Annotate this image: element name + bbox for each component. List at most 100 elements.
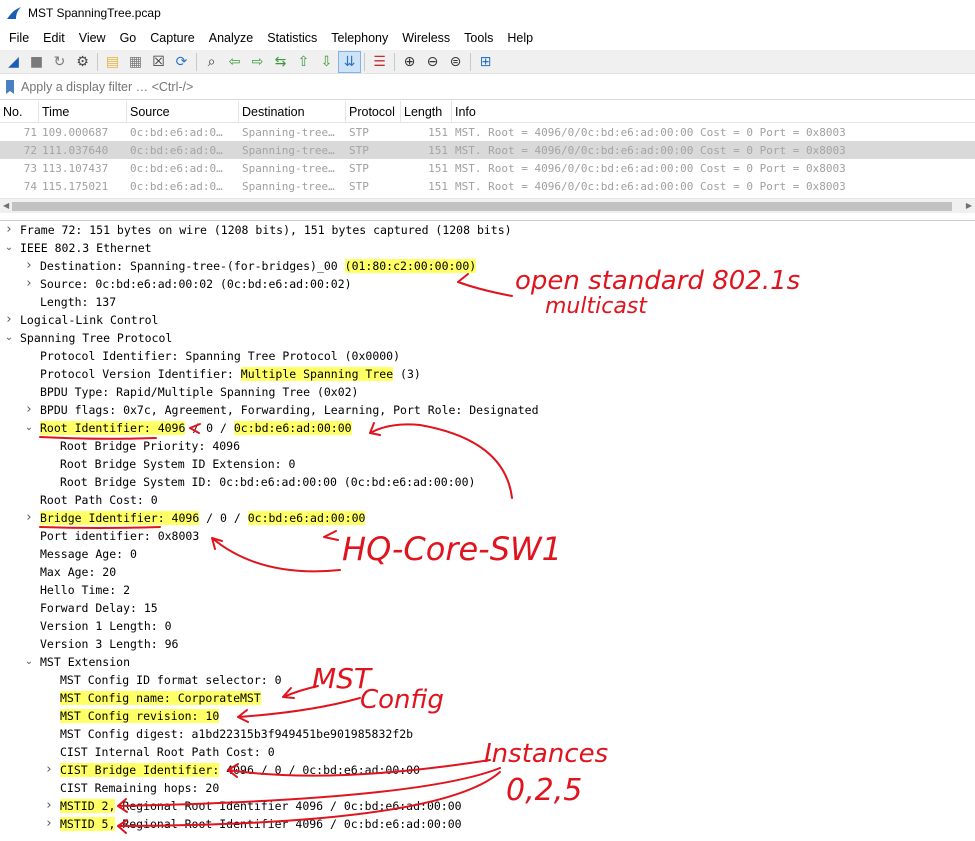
column-no[interactable]: No. xyxy=(0,100,39,123)
detail-row[interactable]: › BPDU flags: 0x7c, Agreement, Forwarding… xyxy=(0,401,975,419)
detail-row[interactable]: › Logical-Link Control xyxy=(0,311,975,329)
go-back-button[interactable]: ⇦ xyxy=(223,51,246,73)
column-time[interactable]: Time xyxy=(39,100,127,123)
menu-edit[interactable]: Edit xyxy=(36,26,72,50)
display-filter-input[interactable] xyxy=(17,76,975,97)
zoom-normal-button[interactable]: ⊜ xyxy=(444,51,467,73)
packet-cell-len: 151 xyxy=(428,143,448,157)
menu-telephony[interactable]: Telephony xyxy=(324,26,395,50)
expanded-chevron-icon[interactable]: ⌄ xyxy=(23,653,35,671)
scroll-left-icon[interactable]: ◀ xyxy=(3,201,9,210)
detail-row[interactable]: Forward Delay: 15 xyxy=(0,599,975,617)
field-text: Root Bridge System ID: 0c:bd:e6:ad:00:00… xyxy=(60,475,476,489)
detail-row[interactable]: MST Config digest: a1bd22315b3f949451be9… xyxy=(0,725,975,743)
packet-row[interactable]: 71 109.000687 0c:bd:e6:ad:0… Spanning-tree…… xyxy=(0,123,975,141)
detail-row[interactable]: Port identifier: 0x8003 xyxy=(0,527,975,545)
detail-row[interactable]: Root Path Cost: 0 xyxy=(0,491,975,509)
expanded-chevron-icon[interactable]: ⌄ xyxy=(3,239,15,257)
detail-row[interactable]: ⌄ Root Identifier: 4096 / 0 / 0c:bd:e6:ad… xyxy=(0,419,975,437)
scroll-right-icon[interactable]: ▶ xyxy=(966,201,972,210)
autoscroll-button[interactable]: ⇊ xyxy=(338,50,361,73)
colorize-button[interactable]: ☰ xyxy=(368,51,391,73)
menu-analyze[interactable]: Analyze xyxy=(202,26,260,50)
detail-row[interactable]: › Destination: Spanning-tree-(for-bridges… xyxy=(0,257,975,275)
menu-help[interactable]: Help xyxy=(500,26,540,50)
go-to-packet-button[interactable]: ⇆ xyxy=(269,51,292,73)
reload-button[interactable]: ⟳ xyxy=(170,51,193,73)
collapsed-chevron-icon[interactable]: › xyxy=(43,797,55,815)
field-text: CIST Internal Root Path Cost: 0 xyxy=(60,745,275,759)
menu-file[interactable]: File xyxy=(2,26,36,50)
detail-row[interactable]: Max Age: 20 xyxy=(0,563,975,581)
collapsed-chevron-icon[interactable]: › xyxy=(43,815,55,833)
detail-row[interactable]: ⌄ IEEE 802.3 Ethernet xyxy=(0,239,975,257)
column-source[interactable]: Source xyxy=(127,100,239,123)
detail-row[interactable]: Version 3 Length: 96 xyxy=(0,635,975,653)
column-length[interactable]: Length xyxy=(401,100,452,123)
options-gear-button[interactable]: ⚙ xyxy=(71,51,94,73)
last-packet-button[interactable]: ⇩ xyxy=(315,51,338,73)
expanded-chevron-icon[interactable]: ⌄ xyxy=(23,419,35,437)
detail-row[interactable]: › CIST Bridge Identifier: 4096 / 0 / 0c:b… xyxy=(0,761,975,779)
resize-columns-button[interactable]: ⊞ xyxy=(474,51,497,73)
detail-row[interactable]: MST Config revision: 10 xyxy=(0,707,975,725)
packet-row[interactable]: 72 111.037640 0c:bd:e6:ad:0… Spanning-tree…… xyxy=(0,141,975,159)
detail-row[interactable]: Root Bridge System ID: 0c:bd:e6:ad:00:00… xyxy=(0,473,975,491)
detail-row[interactable]: CIST Internal Root Path Cost: 0 xyxy=(0,743,975,761)
detail-row[interactable]: Version 1 Length: 0 xyxy=(0,617,975,635)
detail-row[interactable]: › Frame 72: 151 bytes on wire (1208 bits)… xyxy=(0,221,975,239)
collapsed-chevron-icon[interactable]: › xyxy=(3,221,15,239)
detail-row[interactable]: › MSTID 5, Regional Root Identifier 4096 … xyxy=(0,815,975,833)
menu-capture[interactable]: Capture xyxy=(143,26,201,50)
detail-row[interactable]: ⌄ MST Extension xyxy=(0,653,975,671)
detail-row[interactable]: › MSTID 2, Regional Root Identifier 4096 … xyxy=(0,797,975,815)
menu-view[interactable]: View xyxy=(72,26,113,50)
column-info[interactable]: Info xyxy=(452,101,975,123)
packet-row[interactable]: 73 113.107437 0c:bd:e6:ad:0… Spanning-tree…… xyxy=(0,159,975,177)
save-button[interactable]: ▦ xyxy=(124,51,147,73)
zoom-out-button[interactable]: ⊖ xyxy=(421,51,444,73)
detail-row[interactable]: Message Age: 0 xyxy=(0,545,975,563)
collapsed-chevron-icon[interactable]: › xyxy=(23,257,35,275)
open-file-button[interactable]: ▤ xyxy=(101,51,124,73)
detail-row[interactable]: Protocol Identifier: Spanning Tree Proto… xyxy=(0,347,975,365)
packet-list-horizontal-scrollbar[interactable]: ◀ ▶ xyxy=(0,198,975,213)
detail-row[interactable]: ⌄ Spanning Tree Protocol xyxy=(0,329,975,347)
expanded-chevron-icon[interactable]: ⌄ xyxy=(3,329,15,347)
detail-row[interactable]: Length: 137 xyxy=(0,293,975,311)
first-packet-button[interactable]: ⇧ xyxy=(292,51,315,73)
detail-row[interactable]: BPDU Type: Rapid/Multiple Spanning Tree … xyxy=(0,383,975,401)
stop-icon: ■ xyxy=(29,53,44,70)
column-protocol[interactable]: Protocol xyxy=(346,100,401,123)
menu-go[interactable]: Go xyxy=(113,26,144,50)
detail-row[interactable]: CIST Remaining hops: 20 xyxy=(0,779,975,797)
collapsed-chevron-icon[interactable]: › xyxy=(23,275,35,293)
detail-row[interactable]: › Bridge Identifier: 4096 / 0 / 0c:bd:e6:… xyxy=(0,509,975,527)
highlighted-field: Root Identifier: 4096 xyxy=(40,421,186,435)
detail-row[interactable]: Root Bridge Priority: 4096 xyxy=(0,437,975,455)
collapsed-chevron-icon[interactable]: › xyxy=(43,761,55,779)
detail-row[interactable]: › Source: 0c:bd:e6:ad:00:02 (0c:bd:e6:ad:… xyxy=(0,275,975,293)
collapsed-chevron-icon[interactable]: › xyxy=(23,509,35,527)
menu-tools[interactable]: Tools xyxy=(457,26,500,50)
detail-row[interactable]: Protocol Version Identifier: Multiple Sp… xyxy=(0,365,975,383)
restart-button[interactable]: ↻ xyxy=(48,51,71,73)
packet-row[interactable]: 74 115.175021 0c:bd:e6:ad:0… Spanning-tree…… xyxy=(0,177,975,195)
column-destination[interactable]: Destination xyxy=(239,100,346,123)
shark-fin-button[interactable]: ◢ xyxy=(2,51,25,73)
find-button[interactable]: ⌕ xyxy=(200,51,223,73)
scrollbar-thumb[interactable] xyxy=(12,202,952,211)
menu-wireless[interactable]: Wireless xyxy=(395,26,457,50)
stop-button[interactable]: ■ xyxy=(25,51,48,73)
menu-statistics[interactable]: Statistics xyxy=(260,26,324,50)
detail-row[interactable]: Root Bridge System ID Extension: 0 xyxy=(0,455,975,473)
detail-row[interactable]: MST Config name: CorporateMST xyxy=(0,689,975,707)
close-file-button[interactable]: ☒ xyxy=(147,51,170,73)
go-forward-button[interactable]: ⇨ xyxy=(246,51,269,73)
detail-row[interactable]: MST Config ID format selector: 0 xyxy=(0,671,975,689)
detail-row[interactable]: Hello Time: 2 xyxy=(0,581,975,599)
zoom-in-button[interactable]: ⊕ xyxy=(398,51,421,73)
collapsed-chevron-icon[interactable]: › xyxy=(3,311,15,329)
collapsed-chevron-icon[interactable]: › xyxy=(23,401,35,419)
filter-bookmark-icon[interactable] xyxy=(3,77,17,97)
